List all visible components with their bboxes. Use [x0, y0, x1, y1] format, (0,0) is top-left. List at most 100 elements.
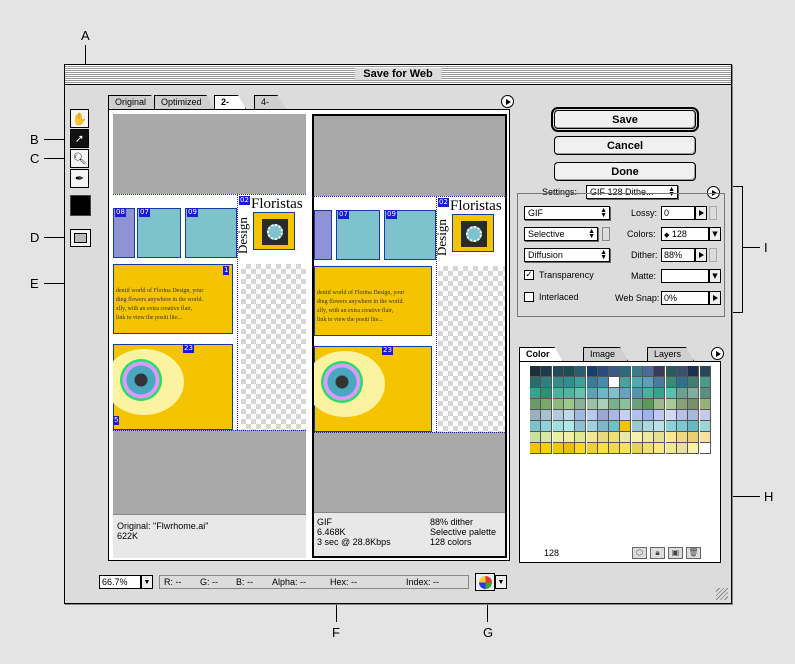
- color-swatch[interactable]: [552, 421, 564, 432]
- color-swatch[interactable]: [541, 410, 553, 421]
- color-swatch[interactable]: [563, 377, 575, 388]
- color-swatch[interactable]: [609, 366, 621, 377]
- color-swatch[interactable]: [552, 388, 564, 399]
- color-swatch[interactable]: [688, 410, 700, 421]
- new-color-icon[interactable]: ▣: [668, 547, 683, 559]
- color-swatch[interactable]: [699, 410, 711, 421]
- color-swatch[interactable]: [688, 443, 700, 454]
- colors-dropdown-button[interactable]: ▼: [709, 227, 721, 241]
- color-swatch[interactable]: [609, 388, 621, 399]
- color-swatch[interactable]: [620, 410, 632, 421]
- colors-stepper-icon[interactable]: ◆: [664, 232, 669, 239]
- color-swatch[interactable]: [575, 366, 587, 377]
- color-swatch[interactable]: [676, 410, 688, 421]
- interlaced-checkbox[interactable]: [524, 292, 534, 302]
- color-swatch[interactable]: [541, 377, 553, 388]
- color-swatch[interactable]: [631, 421, 643, 432]
- color-swatch[interactable]: [541, 388, 553, 399]
- cancel-button[interactable]: Cancel: [554, 136, 696, 155]
- color-swatch[interactable]: [586, 421, 598, 432]
- color-swatch[interactable]: [688, 399, 700, 410]
- color-swatch[interactable]: [699, 366, 711, 377]
- color-swatch[interactable]: [609, 421, 621, 432]
- color-swatch[interactable]: [676, 432, 688, 443]
- color-swatch[interactable]: [586, 443, 598, 454]
- color-swatch[interactable]: [563, 410, 575, 421]
- tab-optimized[interactable]: Optimized: [154, 95, 215, 109]
- color-swatch[interactable]: [631, 388, 643, 399]
- color-swatch[interactable]: [631, 410, 643, 421]
- color-swatch[interactable]: [665, 377, 677, 388]
- color-swatch[interactable]: [586, 366, 598, 377]
- matte-dropdown-button[interactable]: ▼: [709, 269, 721, 283]
- transparency-checkbox[interactable]: ✓: [524, 270, 534, 280]
- color-swatch[interactable]: [631, 432, 643, 443]
- websnap-slider-button[interactable]: [709, 291, 721, 305]
- color-swatch[interactable]: [699, 399, 711, 410]
- color-swatch[interactable]: [654, 377, 666, 388]
- preview-menu-button[interactable]: [501, 95, 514, 108]
- color-swatch[interactable]: [676, 377, 688, 388]
- tab-original[interactable]: Original: [108, 95, 159, 109]
- color-swatch[interactable]: [665, 443, 677, 454]
- save-button[interactable]: Save: [551, 107, 699, 132]
- eyedropper-color-swatch[interactable]: [70, 195, 91, 216]
- color-swatch[interactable]: [609, 410, 621, 421]
- done-button[interactable]: Done: [554, 162, 696, 181]
- original-pane[interactable]: 08 07 09 02 Design Floristas dentif worl…: [113, 114, 306, 558]
- color-swatch[interactable]: [575, 410, 587, 421]
- color-swatch[interactable]: [575, 377, 587, 388]
- color-swatch[interactable]: [620, 366, 632, 377]
- color-swatch[interactable]: [643, 388, 654, 399]
- color-swatch[interactable]: [620, 432, 632, 443]
- color-swatch[interactable]: [609, 399, 621, 410]
- color-swatch[interactable]: [597, 399, 609, 410]
- color-swatch[interactable]: [530, 432, 541, 443]
- color-swatch[interactable]: [665, 432, 677, 443]
- color-swatch[interactable]: [620, 399, 632, 410]
- color-swatch[interactable]: [586, 388, 598, 399]
- color-swatch[interactable]: [665, 410, 677, 421]
- color-swatch[interactable]: [688, 432, 700, 443]
- color-swatch[interactable]: [620, 388, 632, 399]
- resize-grip[interactable]: [716, 588, 728, 600]
- color-swatch[interactable]: [665, 366, 677, 377]
- color-swatch[interactable]: [688, 388, 700, 399]
- color-swatch[interactable]: [541, 421, 553, 432]
- color-swatch[interactable]: [530, 399, 541, 410]
- color-swatch[interactable]: [654, 366, 666, 377]
- format-select[interactable]: GIF ▲ ▼: [524, 206, 610, 220]
- color-swatch[interactable]: [597, 377, 609, 388]
- color-swatch[interactable]: [631, 377, 643, 388]
- dither-slider-button[interactable]: [695, 248, 707, 262]
- color-swatch[interactable]: [563, 432, 575, 443]
- color-swatch[interactable]: [688, 366, 700, 377]
- browser-preview-button[interactable]: [475, 573, 495, 591]
- color-swatch[interactable]: [597, 388, 609, 399]
- color-swatch[interactable]: [597, 432, 609, 443]
- color-swatch[interactable]: [586, 399, 598, 410]
- color-swatch[interactable]: [563, 366, 575, 377]
- color-swatch[interactable]: [654, 421, 666, 432]
- tab-image-size[interactable]: Image Size: [583, 347, 628, 361]
- color-swatch[interactable]: [643, 410, 654, 421]
- color-swatch[interactable]: [643, 366, 654, 377]
- hand-tool[interactable]: ✋: [70, 109, 89, 128]
- color-swatch[interactable]: [530, 388, 541, 399]
- eyedropper-tool[interactable]: ✒: [70, 169, 89, 188]
- slice-select-tool[interactable]: ➚: [70, 129, 89, 148]
- color-swatch[interactable]: [620, 443, 632, 454]
- color-swatch[interactable]: [575, 443, 587, 454]
- color-table-menu-button[interactable]: [711, 347, 724, 360]
- color-swatch[interactable]: [699, 432, 711, 443]
- color-swatch[interactable]: [541, 443, 553, 454]
- tab-2-up[interactable]: 2-Up: [214, 95, 246, 109]
- web-shift-icon[interactable]: ⬡: [632, 547, 647, 559]
- color-swatch[interactable]: [631, 443, 643, 454]
- color-swatch[interactable]: [620, 421, 632, 432]
- color-swatch[interactable]: [563, 443, 575, 454]
- optimized-pane[interactable]: 07 09 02 Design Floristas dentif world o…: [312, 114, 507, 558]
- color-swatch[interactable]: [609, 377, 621, 388]
- toggle-slices-visibility[interactable]: [70, 229, 91, 247]
- color-swatch[interactable]: [563, 421, 575, 432]
